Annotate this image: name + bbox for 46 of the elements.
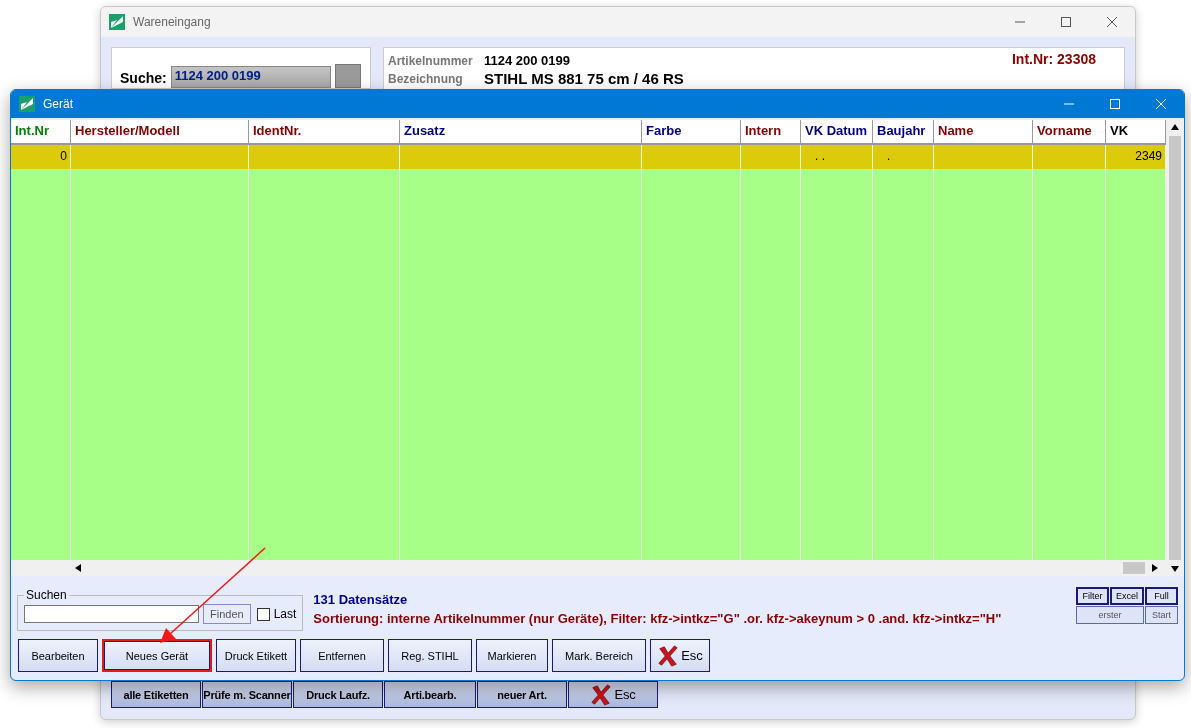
column-header[interactable]: Vorname [1033, 120, 1106, 145]
search-label: Suche: [120, 70, 167, 88]
toolbar-button[interactable]: alle Etiketten [111, 681, 201, 708]
column-header[interactable]: Farbe [642, 120, 741, 145]
record-count: 131 Datensätze [313, 592, 409, 607]
column-header[interactable]: VK Datum [801, 120, 873, 145]
toolbar-button[interactable]: Druck Laufz. [293, 681, 383, 708]
column-header[interactable]: IdentNr. [249, 120, 400, 145]
toolbar-button[interactable]: Bearbeiten [18, 639, 98, 672]
toolbar-button[interactable]: Prüfe m. Scanner [202, 681, 292, 708]
field-value: STIHL MS 881 75 cm / 46 RS [484, 70, 684, 87]
field-label: Artikelnummer [388, 53, 474, 68]
column-header[interactable]: Intern [741, 120, 801, 145]
small-button[interactable]: Excel [1110, 587, 1144, 605]
toolbar-button[interactable]: Markieren [476, 639, 548, 672]
find-button[interactable]: Finden [203, 604, 251, 624]
toolbar-button[interactable]: Neues Gerät [102, 639, 212, 672]
table-cell: . . [801, 145, 873, 169]
window-title: Wareneingang [133, 15, 212, 29]
sort-info: Sortierung: interne Artikelnummer (nur Geräte), Filter: kfz->intkz="G" .or. kfz->akeynum > 0 .and. kfz->intkz="H" [313, 611, 1003, 626]
toolbar-button[interactable]: Arti.bearb. [384, 681, 476, 708]
internal-number: Int.Nr: 23308 [1011, 51, 1096, 67]
column-header[interactable]: Baujahr [873, 120, 934, 145]
table-cell: . [873, 145, 934, 169]
field-value: 1124 200 0199 [484, 53, 571, 68]
small-button[interactable]: Filter [1076, 587, 1109, 605]
toolbar-button[interactable]: Druck Etikett [216, 639, 296, 672]
escape-button[interactable]: Esc [650, 639, 710, 672]
window-title: Gerät [43, 97, 74, 111]
column-header[interactable]: Int.Nr [11, 120, 71, 145]
checkbox-label: Last [273, 607, 297, 621]
toolbar-button[interactable]: neuer Art. [477, 681, 567, 708]
column-header[interactable]: Zusatz [400, 120, 642, 145]
small-button[interactable]: Full [1145, 587, 1178, 605]
column-header[interactable]: Name [934, 120, 1033, 145]
column-header[interactable]: VK [1106, 120, 1166, 145]
table-cell: 2349 [1106, 145, 1166, 169]
toolbar-button[interactable]: Reg. STIHL [388, 639, 472, 672]
field-label: Bezeichnung [388, 71, 464, 86]
escape-button[interactable]: Esc [568, 681, 658, 708]
column-header[interactable]: Hersteller/Modell [71, 120, 249, 145]
group-label: Suchen [25, 588, 68, 602]
table-cell: 0 [11, 145, 71, 169]
search-field[interactable]: 1124 200 0199 [170, 66, 331, 88]
toolbar-button[interactable]: Entfernen [300, 639, 384, 672]
toolbar-button[interactable]: Mark. Bereich [552, 639, 646, 672]
